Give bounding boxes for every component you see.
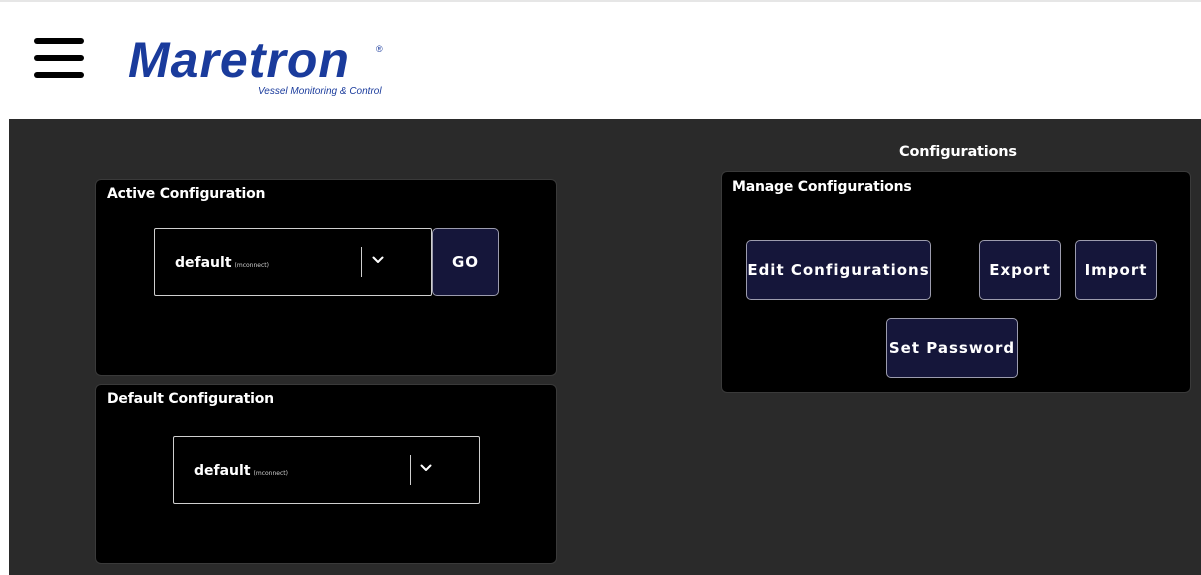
default-configuration-selected-sub: (mconnect) xyxy=(253,470,288,477)
select-separator xyxy=(410,455,411,485)
select-separator xyxy=(361,247,362,277)
main-content: Active Configuration default (mconnect) G… xyxy=(9,119,1201,575)
go-button[interactable]: GO xyxy=(432,228,499,296)
active-configuration-selected-text: default xyxy=(175,255,232,271)
set-password-button[interactable]: Set Password xyxy=(886,318,1018,378)
active-configuration-select[interactable]: default (mconnect) xyxy=(154,228,432,296)
default-configuration-value: default (mconnect) xyxy=(194,463,288,479)
default-configuration-selected-text: default xyxy=(194,463,251,479)
logo-registered-mark: ® xyxy=(376,44,383,54)
default-configuration-select[interactable]: default (mconnect) xyxy=(173,436,480,504)
logo-wordmark: Maretron xyxy=(128,32,350,88)
maretron-logo: Maretron ® Vessel Monitoring & Control xyxy=(128,32,418,104)
active-configuration-selected-sub: (mconnect) xyxy=(234,262,269,269)
logo-tagline: Vessel Monitoring & Control xyxy=(258,86,382,97)
hamburger-menu-icon[interactable] xyxy=(34,38,84,80)
default-configuration-panel: Default Configuration default (mconnect) xyxy=(95,384,557,564)
default-configuration-title: Default Configuration xyxy=(107,391,274,407)
configurations-heading: Configurations xyxy=(899,144,1017,160)
manage-configurations-panel: Manage Configurations Edit Configuration… xyxy=(721,171,1191,393)
chevron-down-icon[interactable] xyxy=(419,459,433,477)
manage-configurations-title: Manage Configurations xyxy=(732,179,912,195)
export-button[interactable]: Export xyxy=(979,240,1061,300)
active-configuration-panel: Active Configuration default (mconnect) G… xyxy=(95,179,557,376)
edit-configurations-button[interactable]: Edit Configurations xyxy=(746,240,931,300)
active-configuration-title: Active Configuration xyxy=(107,186,266,202)
app-header: Maretron ® Vessel Monitoring & Control xyxy=(0,2,1201,119)
active-configuration-value: default (mconnect) xyxy=(175,255,269,271)
chevron-down-icon[interactable] xyxy=(371,251,385,269)
import-button[interactable]: Import xyxy=(1075,240,1157,300)
page: Maretron ® Vessel Monitoring & Control A… xyxy=(0,0,1201,575)
